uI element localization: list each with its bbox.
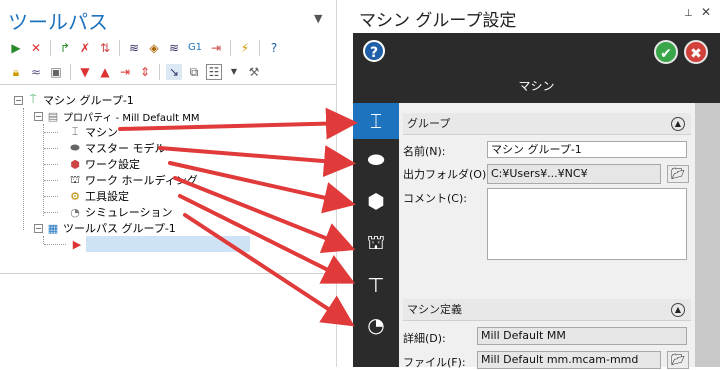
backplot-icon[interactable]: ≋ <box>126 40 142 56</box>
machine-icon: ⌶ <box>71 125 79 138</box>
tree-label: プロパティ - Mill Default MM <box>63 112 200 124</box>
file-field[interactable]: Mill Default mm.mcam-mmd <box>477 351 661 369</box>
toggle-post-icon[interactable]: ▣ <box>48 64 64 80</box>
collapse-icon[interactable]: ▲ <box>671 303 685 317</box>
browse-file-icon[interactable]: 📂︎ <box>667 351 689 369</box>
tab-machine-icon[interactable]: ⌶ <box>353 103 399 139</box>
dialog-title: マシン グループ設定 <box>359 11 517 31</box>
output-folder-field[interactable]: C:¥Users¥...¥NC¥ <box>487 164 661 184</box>
tree-label: ツールパス グループ-1 <box>63 222 176 235</box>
regenerate-dirty-icon[interactable]: ✗ <box>77 40 93 56</box>
tab-workholding-icon[interactable]: ⛫ <box>353 225 399 261</box>
output-folder-label: 出力フォルダ(O): <box>403 168 490 181</box>
toolpaths-panel: ツールパス ▼ ▶ ✕ ↱ ✗ ⇅ ≋ ◈ ≋ G1 ⇥ ⚡ ? 🔒︎ ≈ ▣ … <box>0 0 337 367</box>
tree-label: マスター モデル <box>85 142 166 155</box>
tree-item-machine[interactable]: ⌶ マシン <box>68 124 118 140</box>
tab-master-model-icon[interactable]: ⬬ <box>353 141 399 177</box>
close-icon[interactable]: ✕ <box>701 5 711 19</box>
insert-arrow-icon: ▶ <box>72 237 82 251</box>
toggle-display-icon[interactable]: ≈ <box>28 64 44 80</box>
tree-item-workholding[interactable]: ⛫ ワーク ホールディング <box>68 172 198 188</box>
workholding-icon: ⛫ <box>69 172 81 186</box>
tab-tool-settings-icon[interactable]: ⊤ <box>353 267 399 303</box>
stock-setup-icon: ⬢ <box>70 157 80 171</box>
tree-item-tool-settings[interactable]: ⚙ 工具設定 <box>68 188 129 204</box>
tree-item-toolpath-group[interactable]: − ▦ ツールパス グループ-1 <box>34 220 176 236</box>
help-button-icon[interactable]: ? <box>363 40 385 62</box>
machine-group-icon: ⍑ <box>29 93 37 106</box>
properties-icon: ▤ <box>47 109 59 123</box>
toolbar-row-1: ▶ ✕ ↱ ✗ ⇅ ≋ ◈ ≋ G1 ⇥ ⚡ ? <box>8 38 282 58</box>
help-icon[interactable]: ? <box>266 40 282 56</box>
insert-arrow-icon[interactable]: ⇥ <box>117 64 133 80</box>
header-title: マシン <box>518 79 555 93</box>
settings-content: グループ ▲ 名前(N): マシン グループ-1 出力フォルダ(O): C:¥U… <box>399 103 695 369</box>
name-field[interactable]: マシン グループ-1 <box>487 141 687 158</box>
panel-title: ツールパス <box>8 10 108 34</box>
tree-label: ワーク設定 <box>85 158 140 171</box>
tree-label: マシン <box>85 126 118 139</box>
tree-label: シミュレーション <box>85 206 173 219</box>
master-model-icon: ⬬ <box>70 141 80 154</box>
deselect-icon[interactable]: ✕ <box>28 40 44 56</box>
single-display-icon[interactable]: ⧉ <box>186 64 202 80</box>
detail-label: 詳細(D): <box>403 332 446 345</box>
simulate-icon[interactable]: ≋ <box>166 40 182 56</box>
post-g1-icon[interactable]: G1 <box>186 40 204 56</box>
verify-icon[interactable]: ◈ <box>146 40 162 56</box>
tree-item-machine-group[interactable]: − ⍑ マシン グループ-1 <box>14 92 134 108</box>
select-all-icon[interactable]: ▶ <box>8 40 24 56</box>
cancel-button-icon[interactable]: ✖ <box>684 40 708 64</box>
simulation-icon: ◔ <box>70 205 80 219</box>
scrollbar-thumb[interactable] <box>695 103 720 367</box>
insert-arrow-marker: ▶ <box>70 236 87 252</box>
settings-sidebar: ⌶ ⬬ ⬢ ⛫ ⊤ ◔ <box>353 103 399 367</box>
dropdown-icon[interactable]: ▼ <box>226 64 242 80</box>
detail-field[interactable]: Mill Default MM <box>477 327 687 345</box>
name-label: 名前(N): <box>403 145 446 158</box>
tree-item-simulation[interactable]: ◔ シミュレーション <box>68 204 173 220</box>
ok-button-icon[interactable]: ✔ <box>654 40 678 64</box>
display-options-icon[interactable]: ☷ <box>206 64 222 80</box>
tab-stock-setup-icon[interactable]: ⬢ <box>353 183 399 219</box>
machine-group-settings-dialog: マシン グループ設定 ⊥ ✕ ? ✔ ✖ マシン ⌶ ⬬ ⬢ ⛫ ⊤ ◔ グルー… <box>345 0 720 369</box>
move-up-icon[interactable]: ▲ <box>97 64 113 80</box>
move-down-icon[interactable]: ▼ <box>77 64 93 80</box>
comment-label: コメント(C): <box>403 192 467 205</box>
comment-field[interactable] <box>487 188 687 260</box>
toolpath-group-icon: ▦ <box>47 221 59 235</box>
panel-menu-caret-icon[interactable]: ▼ <box>314 12 322 25</box>
tool-manager-icon[interactable]: ⚒ <box>246 64 262 80</box>
post-selected-icon[interactable]: ⇥ <box>208 40 224 56</box>
filter-icon[interactable]: ↘ <box>166 64 182 80</box>
collapse-icon[interactable]: ▲ <box>671 117 685 131</box>
browse-folder-icon[interactable]: 📂︎ <box>667 165 689 183</box>
group-section-header[interactable]: グループ ▲ <box>403 113 691 135</box>
tree-item-stock-setup[interactable]: ⬢ ワーク設定 <box>68 156 140 172</box>
tool-settings-icon: ⚙ <box>70 189 80 203</box>
scrollbar[interactable] <box>695 103 720 367</box>
regenerate-icon[interactable]: ↱ <box>57 40 73 56</box>
tree-label: マシン グループ-1 <box>43 94 134 107</box>
insert-toggle-icon[interactable]: ⇕ <box>137 64 153 80</box>
pin-icon[interactable]: ⊥ <box>684 8 693 19</box>
section-title: マシン定義 <box>407 303 462 316</box>
section-title: グループ <box>407 117 451 130</box>
tab-simulation-icon[interactable]: ◔ <box>353 307 399 343</box>
tree-label: 工具設定 <box>85 190 129 203</box>
lock-icon[interactable]: 🔒︎ <box>8 64 24 80</box>
highfeed-icon[interactable]: ⚡ <box>237 40 253 56</box>
machine-definition-section-header[interactable]: マシン定義 ▲ <box>403 299 691 321</box>
insert-position-row[interactable] <box>86 236 250 252</box>
toolbar-row-2: 🔒︎ ≈ ▣ ▼ ▲ ⇥ ⇕ ↘ ⧉ ☷ ▼ ⚒ <box>8 62 262 82</box>
tree-item-master-model[interactable]: ⬬ マスター モデル <box>68 140 166 156</box>
tree-item-properties[interactable]: − ▤ プロパティ - Mill Default MM <box>34 108 199 124</box>
dialog-header: ? ✔ ✖ マシン <box>353 33 720 103</box>
sort-icon[interactable]: ⇅ <box>97 40 113 56</box>
file-label: ファイル(F): <box>403 356 466 369</box>
tree-label: ワーク ホールディング <box>85 174 198 187</box>
